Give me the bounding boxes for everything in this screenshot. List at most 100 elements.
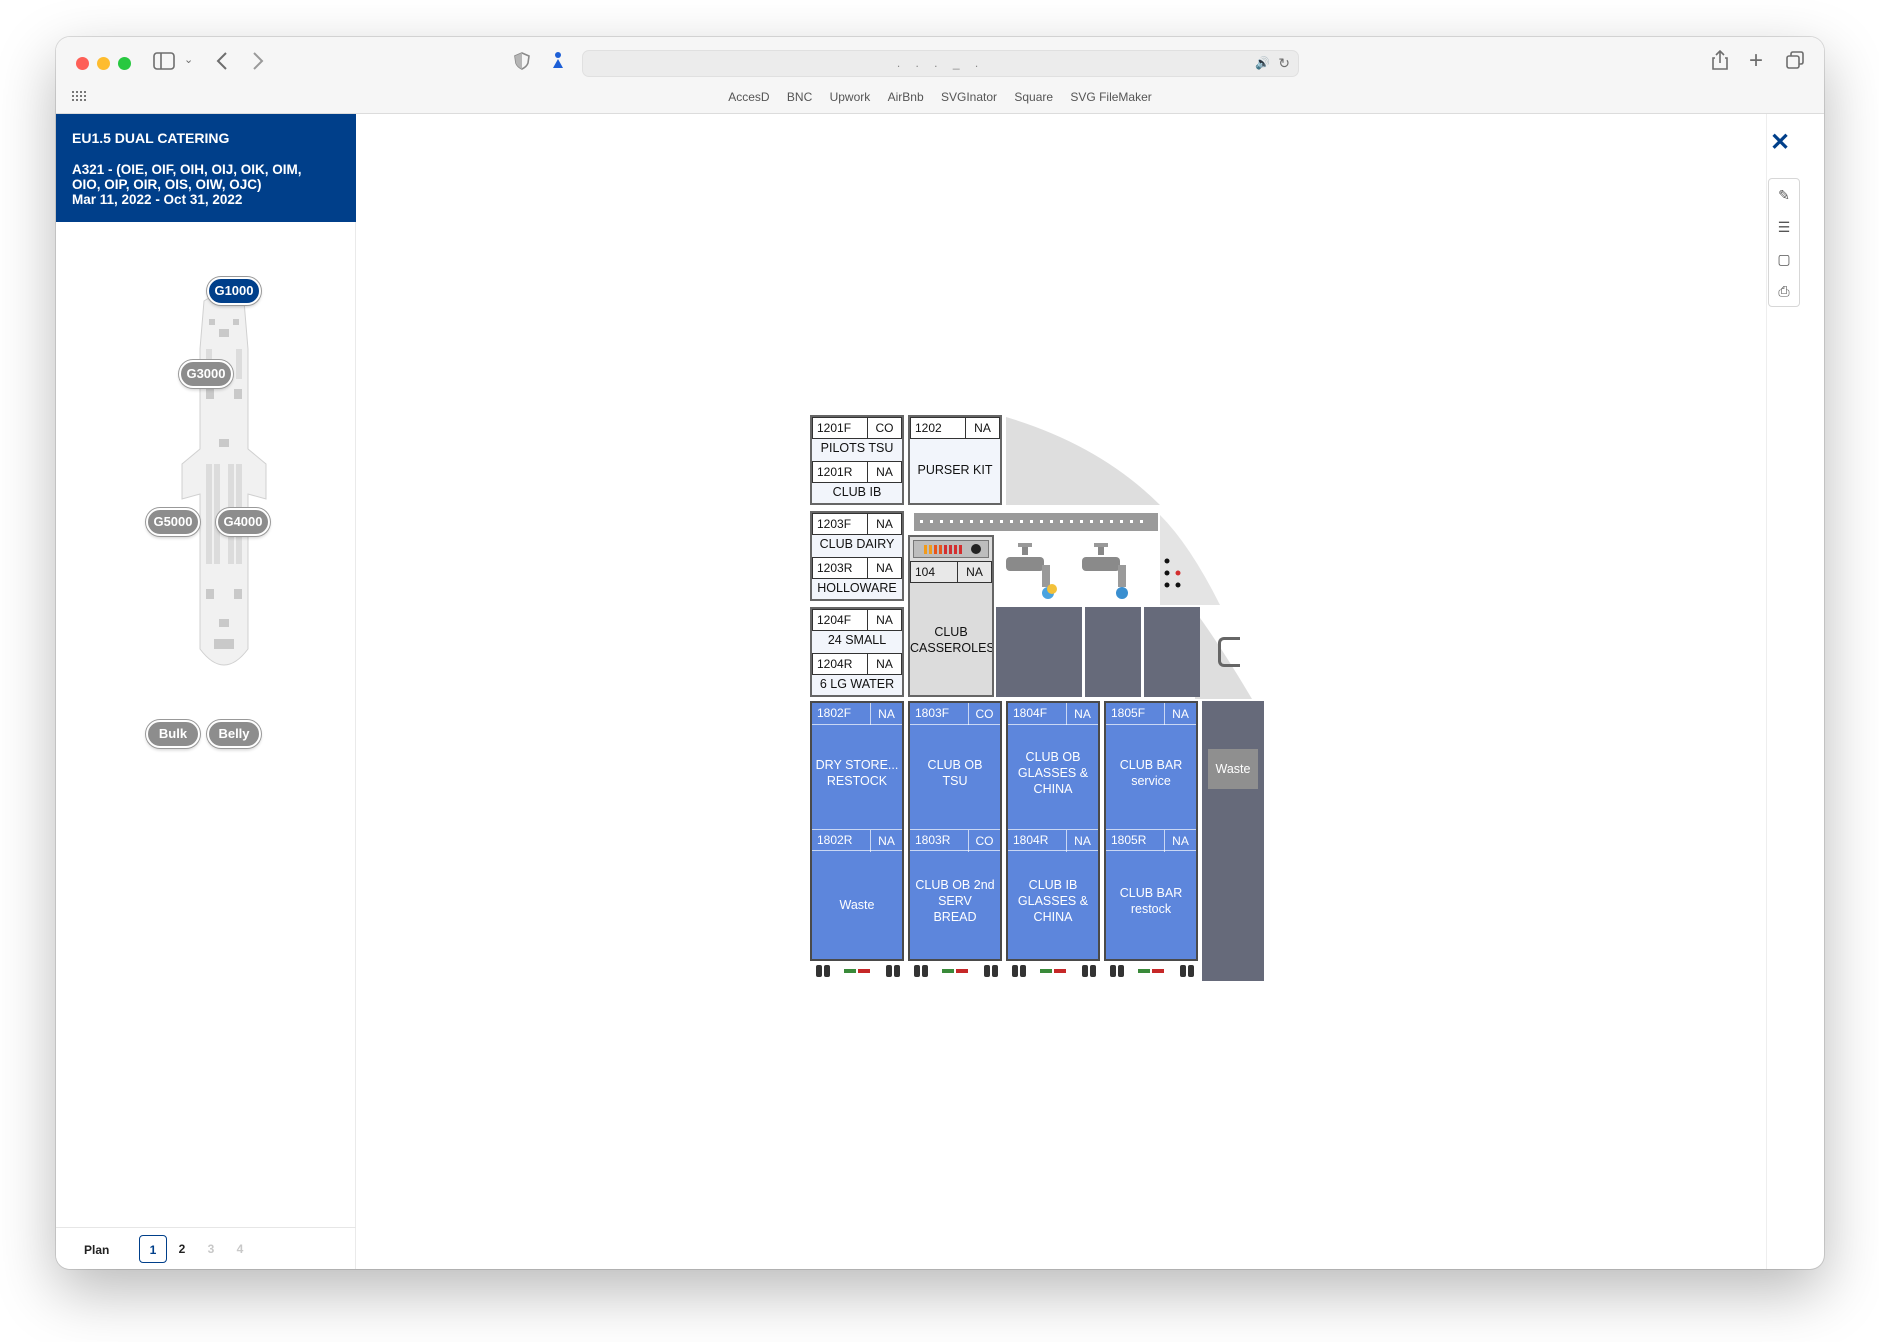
stowage-1204r-row: 1204R NA <box>812 653 902 675</box>
cart-front-label-2: TSU <box>942 774 968 788</box>
cart-code: 1802R <box>817 833 853 847</box>
bookmark-square[interactable]: Square <box>1014 90 1053 104</box>
url-text: . . . _ . <box>896 56 985 70</box>
cart-status: NA <box>870 703 902 725</box>
cart-code: 1802F <box>817 706 852 720</box>
stowage-1202-purser-kit[interactable]: 1202 NA PURSER KIT <box>908 415 1002 505</box>
cart-status: CO <box>968 830 1000 852</box>
cart-1802[interactable]: 1802F NA DRY STORE... RESTOCK 1802R NA Was… <box>810 701 904 977</box>
zoom-window-button[interactable] <box>118 57 131 70</box>
note-icon[interactable]: ▢ <box>1769 243 1799 275</box>
compartment-dark-2[interactable] <box>1085 607 1141 697</box>
speaker-icon[interactable]: 🔊 <box>1255 57 1270 69</box>
extension-icon[interactable] <box>551 51 565 73</box>
cart-code: 1803R <box>915 833 951 847</box>
stowage-1201f-row: 1201F CO <box>812 417 902 439</box>
forward-icon[interactable] <box>252 51 264 75</box>
cart-code: 1805F <box>1111 706 1146 720</box>
new-tab-icon[interactable]: + <box>1749 49 1763 73</box>
cart-status: NA <box>1164 703 1196 725</box>
cart-wheels <box>812 963 902 977</box>
stowage-1204[interactable]: 1204F NA 24 SMALL 1204R NA 6 LG WATER <box>810 607 904 697</box>
cart-front-header: 1803F CO <box>910 703 1000 725</box>
bookmark-upwork[interactable]: Upwork <box>830 90 871 104</box>
cart-front-label-1: DRY STORE... <box>815 758 899 772</box>
bookmark-svginator[interactable]: SVGInator <box>941 90 997 104</box>
cart-rear-label-2: SERV <box>938 894 972 908</box>
cart-rear-label-2: restock <box>1130 902 1172 916</box>
plan-page-3[interactable]: 3 <box>197 1235 225 1263</box>
bookmark-svg-filemaker[interactable]: SVG FileMaker <box>1070 90 1151 104</box>
belly-button[interactable]: Belly <box>207 720 261 748</box>
stowage-1203[interactable]: 1203F NA CLUB DAIRY 1203R NA HOLLOWARE <box>810 511 904 601</box>
galley-g4000-button[interactable]: G4000 <box>216 508 270 536</box>
aircraft-line-2: OIO, OIP, OIR, OIS, OIW, OJC) <box>72 177 262 192</box>
chevron-down-icon[interactable]: ⌄ <box>184 55 193 66</box>
plan-page-4[interactable]: 4 <box>226 1235 254 1263</box>
cart-1803[interactable]: 1803F CO CLUB OB TSU 1803R CO CLUB OB 2nd … <box>908 701 1002 977</box>
stowage-status: NA <box>867 558 901 578</box>
stowage-status: NA <box>867 462 901 482</box>
cart-front-label-2: GLASSES & <box>1017 766 1089 780</box>
stowage-label: PURSER KIT <box>917 463 993 477</box>
aircraft-diagram <box>174 289 274 684</box>
cart-status: CO <box>968 703 1000 725</box>
waste-compartment[interactable]: Waste <box>1202 701 1264 981</box>
sidebar-toggle-icon[interactable] <box>153 52 175 74</box>
list-icon[interactable]: ☰ <box>1769 211 1799 243</box>
cart-code: 1804R <box>1013 833 1049 847</box>
address-bar[interactable]: . . . _ . 🔊 ↻ <box>582 50 1299 77</box>
cart-front-label-2: service <box>1131 774 1171 788</box>
stowage-code: 1201R <box>817 465 853 479</box>
tabs-overview-icon[interactable] <box>1786 51 1804 73</box>
cart-wheels <box>910 963 1000 977</box>
pencil-icon[interactable]: ✎ <box>1769 179 1799 211</box>
back-icon[interactable] <box>216 51 228 75</box>
stowage-1203f-row: 1203F NA <box>812 513 902 535</box>
galley-g1000-button[interactable]: G1000 <box>207 277 261 305</box>
stowage-label: PILOTS TSU <box>820 441 894 455</box>
faucet-icon <box>1006 543 1057 599</box>
stowage-1201[interactable]: 1201F CO PILOTS TSU 1201R NA CLUB IB <box>810 415 904 505</box>
galley-g3000-button[interactable]: G3000 <box>179 360 233 388</box>
stowage-code: 1203R <box>817 561 853 575</box>
cart-status: NA <box>1066 830 1098 852</box>
minimize-window-button[interactable] <box>97 57 110 70</box>
compartment-dark-3[interactable] <box>1144 607 1200 697</box>
favorites-bar: AccesD BNC Upwork AirBnb SVGInator Squar… <box>56 90 1824 104</box>
cart-front-label-1: CLUB OB <box>1025 750 1081 764</box>
stowage-code: 1204F <box>817 613 852 627</box>
bookmark-bnc[interactable]: BNC <box>787 90 812 104</box>
plan-pagination: Plan 1 2 3 4 <box>56 1227 356 1269</box>
cart-1804[interactable]: 1804F NA CLUB OB GLASSES & CHINA 1804R NA … <box>1006 701 1100 977</box>
cart-code: 1805R <box>1111 833 1147 847</box>
cart-rear-label-3: BREAD <box>933 910 977 924</box>
stowage-label: HOLLOWARE <box>817 581 897 595</box>
cart-status: NA <box>1164 830 1196 852</box>
reload-icon[interactable]: ↻ <box>1278 56 1290 70</box>
stowage-status: NA <box>867 610 901 630</box>
cart-front-header: 1805F NA <box>1106 703 1196 725</box>
bookmark-airbnb[interactable]: AirBnb <box>888 90 924 104</box>
cart-rear-label-1: CLUB OB 2nd <box>915 878 995 892</box>
close-icon[interactable]: ✕ <box>1770 131 1790 155</box>
stowage-code: 1204R <box>817 657 853 671</box>
close-window-button[interactable] <box>76 57 89 70</box>
oven-104[interactable]: 104 NA CLUB CASSEROLES <box>908 535 994 697</box>
plan-page-1[interactable]: 1 <box>139 1235 167 1263</box>
share-icon[interactable] <box>1712 49 1728 74</box>
plan-label: Plan <box>84 1243 110 1257</box>
plan-page-2[interactable]: 2 <box>168 1235 196 1263</box>
galley-g5000-button[interactable]: G5000 <box>146 508 200 536</box>
bulk-button[interactable]: Bulk <box>146 720 200 748</box>
oven-label-line-2: CASSEROLES <box>910 641 992 655</box>
compartment-dark-1[interactable] <box>996 607 1082 697</box>
stowage-label: 6 LG WATER <box>819 677 895 691</box>
cart-rear-header: 1803R CO <box>910 829 1000 852</box>
cart-rear-label-1: CLUB IB <box>1028 878 1078 892</box>
bookmark-accesd[interactable]: AccesD <box>728 90 769 104</box>
print-icon[interactable]: ⎙ <box>1769 275 1799 307</box>
cart-1805[interactable]: 1805F NA CLUB BAR service 1805R NA CLUB BA… <box>1104 701 1198 977</box>
window-controls <box>76 57 131 70</box>
shield-icon[interactable] <box>514 52 530 74</box>
